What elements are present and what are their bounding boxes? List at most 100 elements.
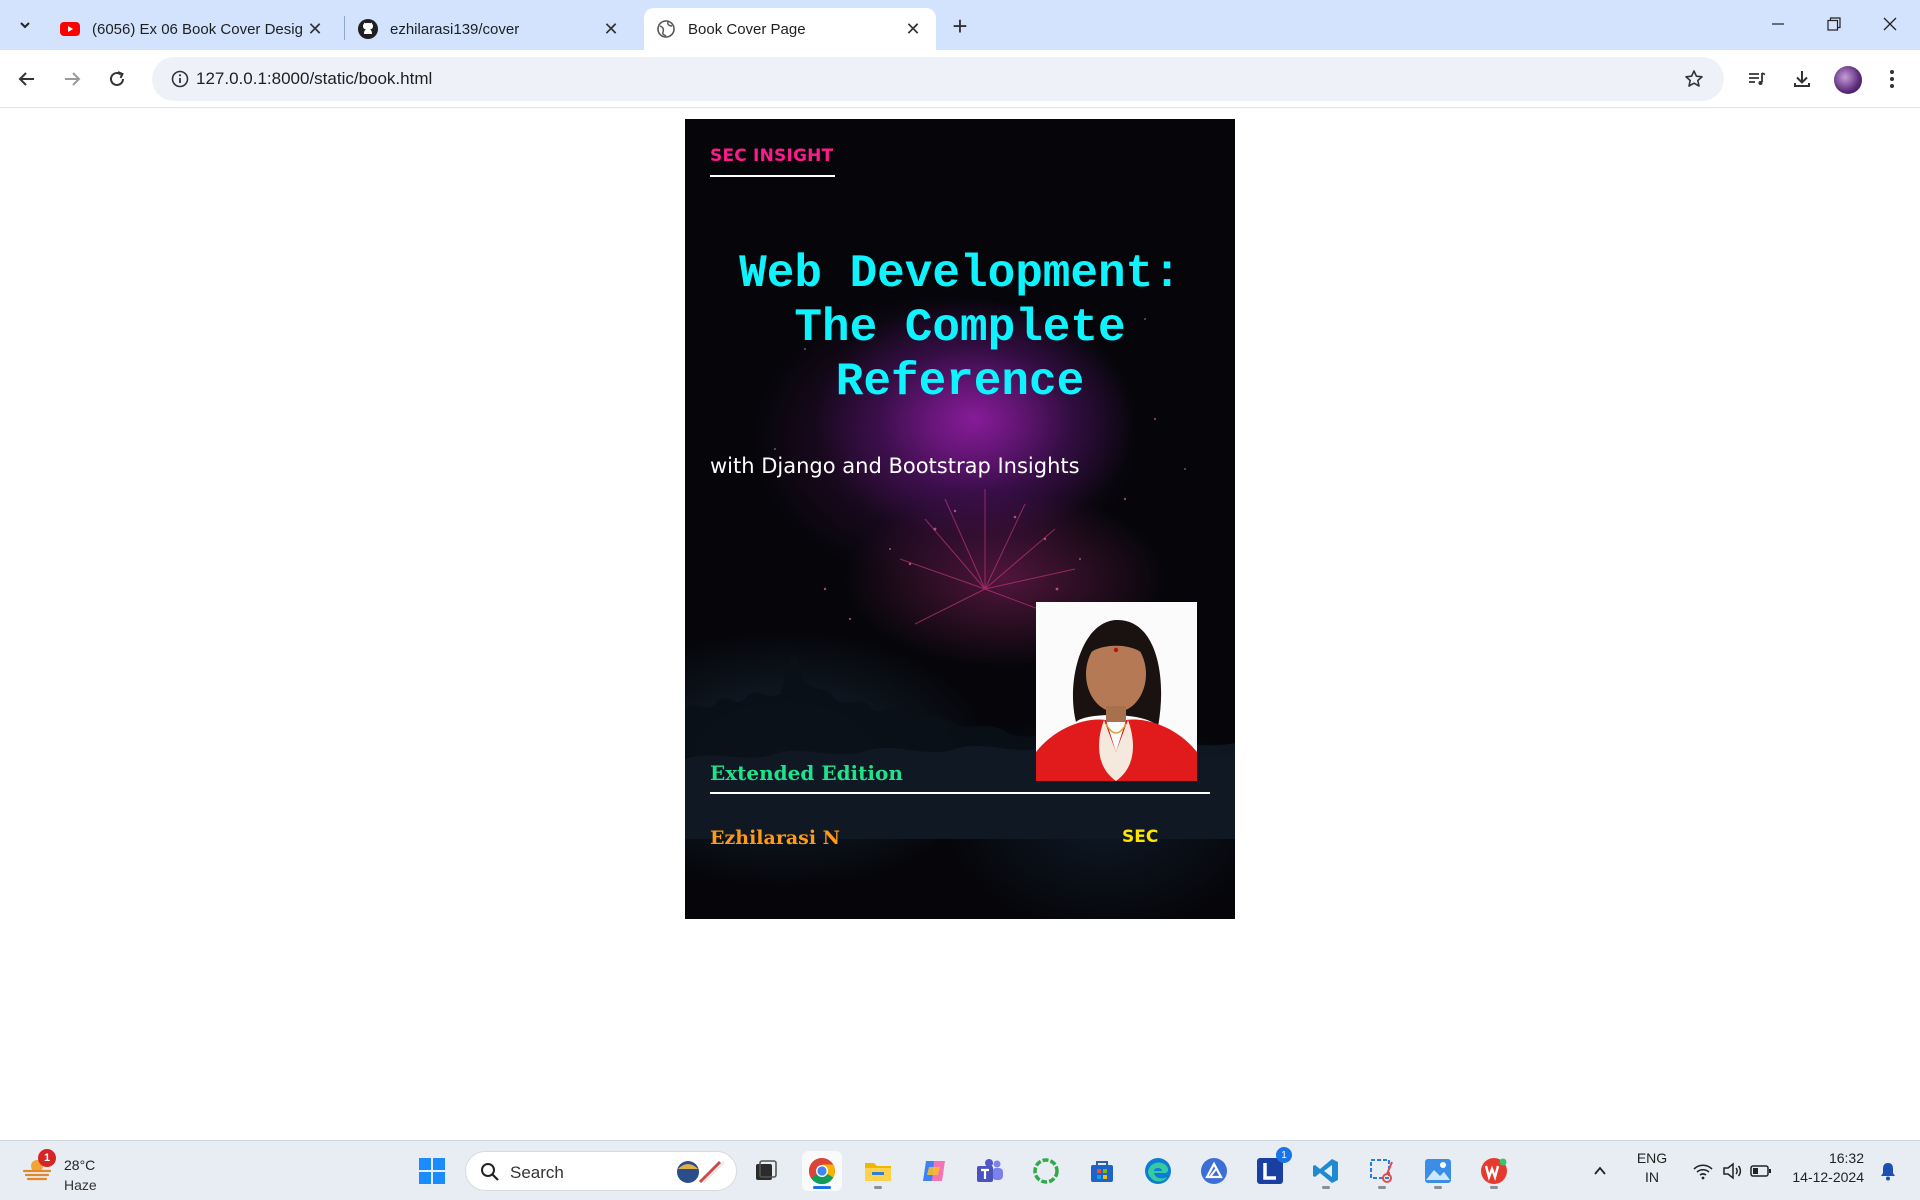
weather-condition: Haze [64,1177,97,1193]
url-text[interactable]: 127.0.0.1:8000/static/book.html [196,69,432,89]
running-indicator [1490,1186,1498,1189]
profile-avatar[interactable] [1834,66,1862,94]
store-icon [1091,1161,1113,1182]
back-button[interactable] [9,61,45,97]
running-indicator [874,1186,882,1189]
clock-date: 14-12-2024 [1792,1169,1864,1185]
teams-icon [977,1159,1003,1182]
author-photo [1036,602,1197,781]
taskbar-l-app[interactable]: 1 [1250,1147,1292,1191]
minimize-button[interactable] [1750,0,1806,48]
search-highlight-icon [677,1160,725,1184]
weather-alert-badge: 1 [38,1149,56,1167]
taskbar-circle-app[interactable] [1026,1151,1066,1191]
book-title: Web Development: The Complete Reference [739,248,1181,408]
running-indicator [1322,1186,1330,1189]
downloads-button[interactable] [1784,61,1820,97]
arrow-left-icon [18,72,34,86]
taskbar-store[interactable] [1082,1151,1122,1191]
forward-button[interactable] [54,61,90,97]
vscode-icon [1313,1159,1338,1183]
taskbar-teams[interactable] [970,1151,1010,1191]
taskbar-affinity[interactable] [1194,1151,1234,1191]
l-app-badge: 1 [1276,1147,1292,1163]
tab-title: ezhilarasi139/cover [390,20,520,38]
copilot-icon [923,1161,945,1181]
book-subtitle: with Django and Bootstrap Insights [710,454,1080,478]
windows-taskbar: 1 28°C Haze Search 1 ENG IN 16:32 14-12-… [0,1140,1920,1200]
reload-icon [110,71,124,86]
bookmark-star-icon[interactable] [1676,61,1712,97]
search-label: Search [510,1163,564,1182]
start-button[interactable] [412,1151,452,1191]
site-info-icon[interactable] [162,61,198,97]
author-name: Ezhilarasi N [710,827,841,849]
windows-logo-icon [419,1158,445,1184]
notifications-button[interactable] [1870,1151,1906,1191]
taskbar-search[interactable]: Search [465,1151,737,1191]
restore-icon [1827,17,1841,31]
show-hidden-icons-button[interactable] [1582,1151,1618,1191]
taskbar-copilot[interactable] [914,1151,954,1191]
task-view-button[interactable] [746,1151,786,1191]
media-controls-button[interactable] [1739,61,1775,97]
taskbar-wps-office[interactable] [1474,1151,1514,1191]
book-cover: SEC INSIGHT Web Development: The Complet… [685,119,1235,919]
tab-strip: (6056) Ex 06 Book Cover Design ✕ ezhilar… [0,0,1920,50]
taskbar-chrome[interactable] [802,1151,842,1191]
quick-settings-button[interactable] [1682,1151,1782,1191]
folder-icon [865,1163,891,1181]
globe-icon [656,19,676,39]
battery-icon [1750,1165,1771,1177]
taskbar-photos[interactable] [1418,1151,1458,1191]
address-bar[interactable]: 127.0.0.1:8000/static/book.html [152,57,1724,101]
running-indicator [813,1186,831,1189]
tab-github[interactable]: ezhilarasi139/cover ✕ [346,8,634,50]
close-tab-icon[interactable]: ✕ [600,18,622,40]
edition-divider [710,792,1210,794]
clock[interactable]: 16:32 14-12-2024 [1784,1149,1864,1187]
tab-youtube[interactable]: (6056) Ex 06 Book Cover Design ✕ [48,8,338,50]
reload-button[interactable] [99,61,135,97]
tab-title: Book Cover Page [688,20,806,38]
wps-office-icon [1481,1158,1507,1184]
new-tab-button[interactable]: + [944,10,976,42]
close-icon [1883,17,1897,31]
taskbar-snipping-tool[interactable] [1362,1151,1402,1191]
close-tab-icon[interactable]: ✕ [304,18,326,40]
taskbar-vscode[interactable] [1306,1151,1346,1191]
language-line-1: ENG [1636,1150,1668,1166]
taskbar-edge[interactable] [1138,1151,1178,1191]
menu-button[interactable] [1874,61,1910,97]
github-icon [358,19,378,39]
running-indicator [1434,1186,1442,1189]
minimize-icon [1772,23,1784,25]
affinity-icon [1201,1158,1227,1184]
taskbar-file-explorer[interactable] [858,1151,898,1191]
language-line-2: IN [1645,1169,1659,1185]
task-view-icon [756,1160,777,1180]
brand-underline [710,175,835,177]
restore-button[interactable] [1806,0,1862,48]
weather-widget[interactable]: 1 28°C Haze [22,1149,112,1193]
download-icon [1794,71,1810,87]
snipping-tool-icon [1370,1159,1393,1183]
language-indicator[interactable]: ENG IN [1632,1149,1672,1187]
circle-app-icon [1033,1158,1059,1184]
photos-icon [1425,1159,1451,1183]
chevron-up-icon [1594,1166,1606,1175]
clock-time: 16:32 [1828,1150,1864,1166]
close-tab-icon[interactable]: ✕ [902,18,924,40]
speaker-icon [1723,1162,1742,1180]
close-window-button[interactable] [1862,0,1918,48]
youtube-icon [60,19,80,39]
weather-temperature: 28°C [64,1157,96,1173]
arrow-right-icon [65,72,81,86]
bell-icon [1881,1163,1895,1181]
wifi-icon [1693,1164,1713,1180]
tab-book-cover[interactable]: Book Cover Page ✕ [644,8,936,50]
tab-title: (6056) Ex 06 Book Cover Design [92,20,304,38]
chevron-down-icon [20,22,30,29]
search-icon [481,1163,499,1181]
tab-search-button[interactable] [8,8,42,42]
